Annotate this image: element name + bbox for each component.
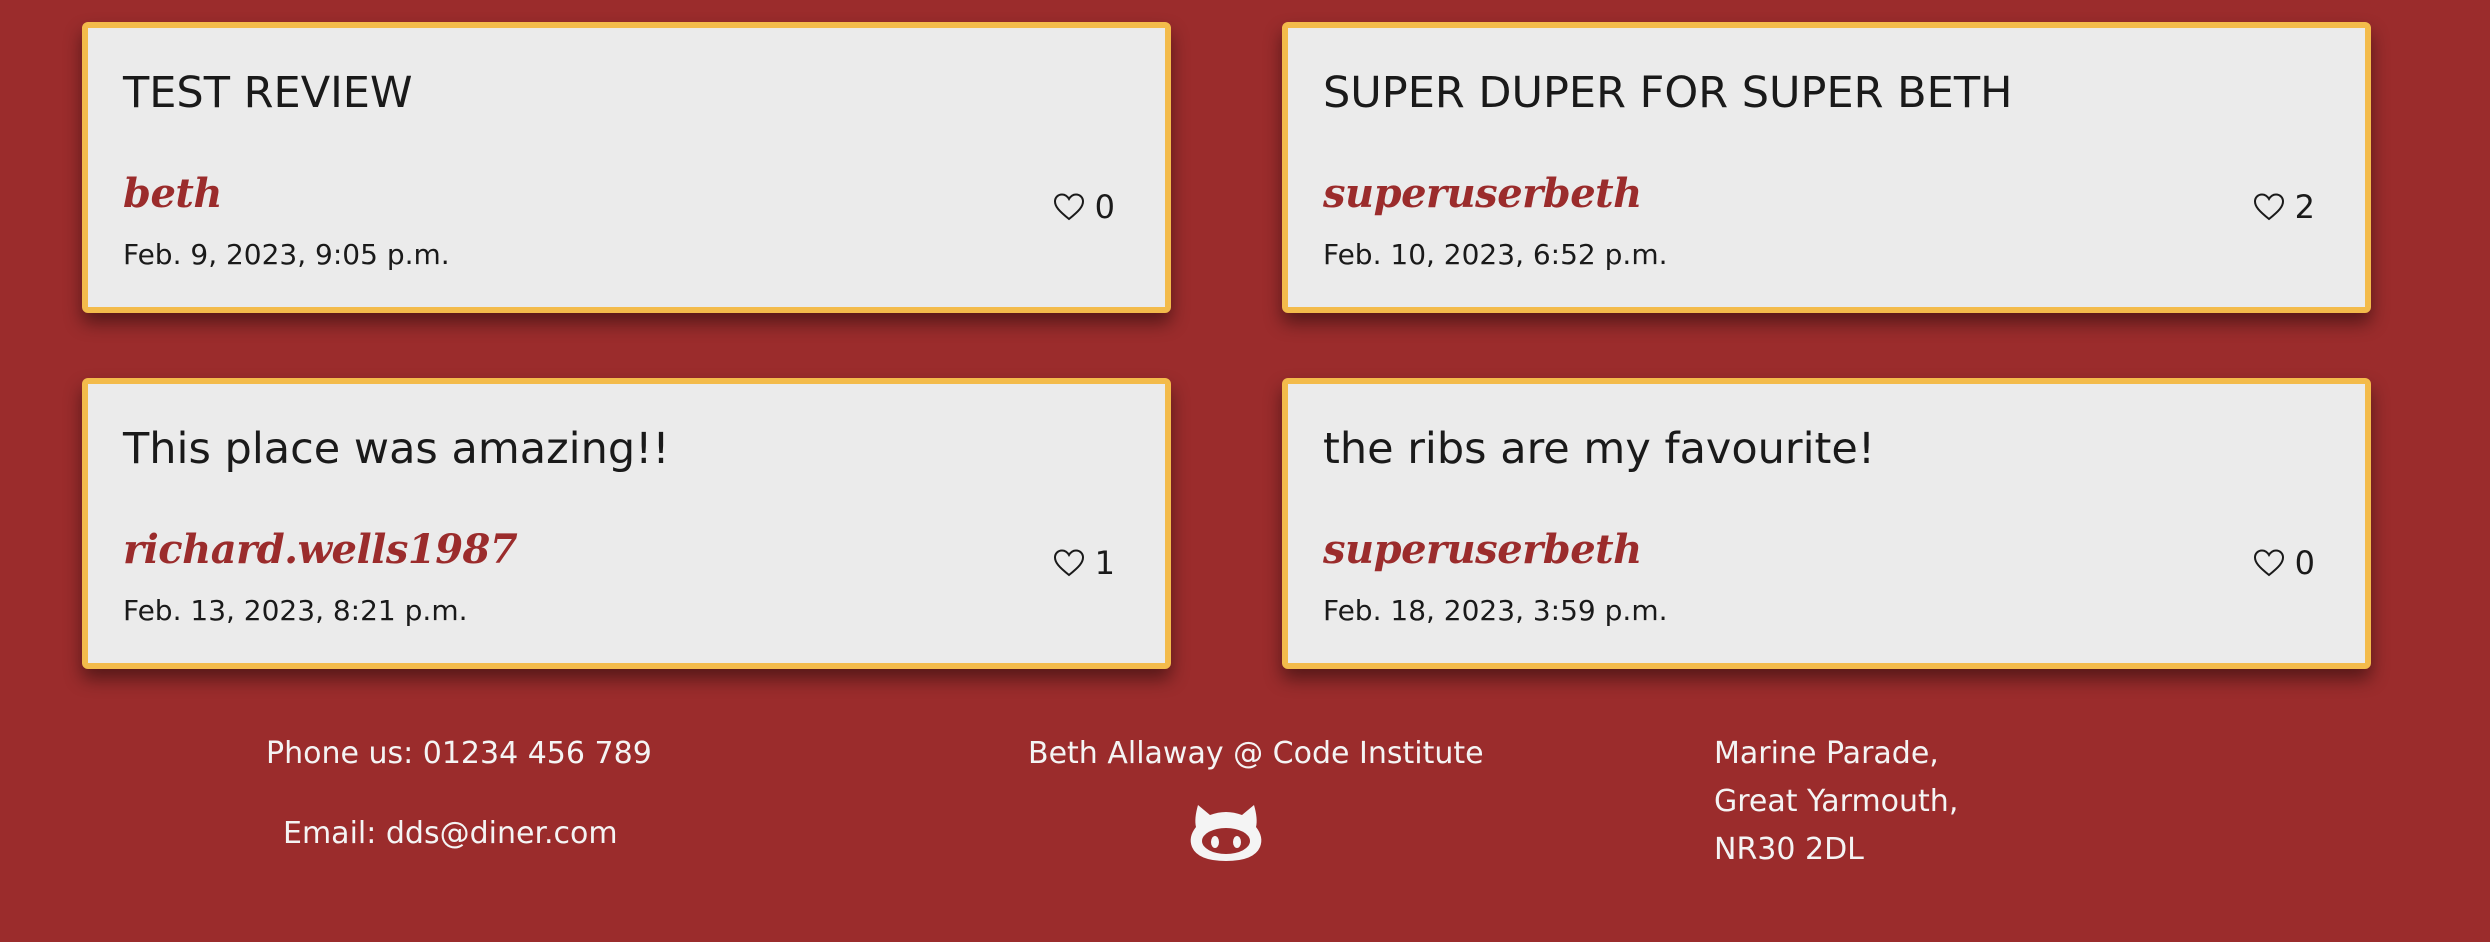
likes-count: 0 [1094, 188, 1115, 226]
review-title: TEST REVIEW [123, 68, 413, 118]
like-button[interactable]: 0 [2253, 547, 2315, 579]
github-icon[interactable] [1188, 797, 1264, 863]
footer-credit: Beth Allaway @ Code Institute [1028, 736, 1484, 771]
review-author: superuserbeth [1323, 170, 1642, 217]
heart-icon[interactable] [2253, 548, 2285, 578]
review-date: Feb. 10, 2023, 6:52 p.m. [1323, 238, 1668, 271]
heart-icon[interactable] [2253, 192, 2285, 222]
review-author: beth [123, 170, 222, 217]
review-title: the ribs are my favourite! [1323, 424, 1876, 474]
review-date: Feb. 9, 2023, 9:05 p.m. [123, 238, 450, 271]
review-author: superuserbeth [1323, 526, 1642, 573]
review-card: SUPER DUPER FOR SUPER BETH superuserbeth… [1282, 22, 2371, 313]
review-date: Feb. 18, 2023, 3:59 p.m. [1323, 594, 1668, 627]
footer-address-line-2: Great Yarmouth, [1714, 784, 1959, 819]
footer-address-line-3: NR30 2DL [1714, 832, 1864, 867]
likes-count: 2 [2294, 188, 2315, 226]
review-title: SUPER DUPER FOR SUPER BETH [1323, 68, 2013, 118]
likes-count: 1 [1094, 544, 1115, 582]
heart-icon[interactable] [1053, 548, 1085, 578]
like-button[interactable]: 1 [1053, 547, 1115, 579]
heart-icon[interactable] [1053, 192, 1085, 222]
likes-count: 0 [2294, 544, 2315, 582]
review-date: Feb. 13, 2023, 8:21 p.m. [123, 594, 468, 627]
footer-address-line-1: Marine Parade, [1714, 736, 1939, 771]
review-card: the ribs are my favourite! superuserbeth… [1282, 378, 2371, 669]
like-button[interactable]: 0 [1053, 191, 1115, 223]
like-button[interactable]: 2 [2253, 191, 2315, 223]
footer-email: Email: dds@diner.com [283, 816, 618, 851]
review-card: This place was amazing!! richard.wells19… [82, 378, 1171, 669]
footer-phone: Phone us: 01234 456 789 [266, 736, 652, 771]
review-card: TEST REVIEW beth Feb. 9, 2023, 9:05 p.m.… [82, 22, 1171, 313]
reviews-grid: TEST REVIEW beth Feb. 9, 2023, 9:05 p.m.… [0, 0, 2490, 700]
review-title: This place was amazing!! [123, 424, 670, 474]
review-author: richard.wells1987 [123, 526, 518, 573]
site-footer: Phone us: 01234 456 789 Email: dds@diner… [0, 700, 2490, 942]
